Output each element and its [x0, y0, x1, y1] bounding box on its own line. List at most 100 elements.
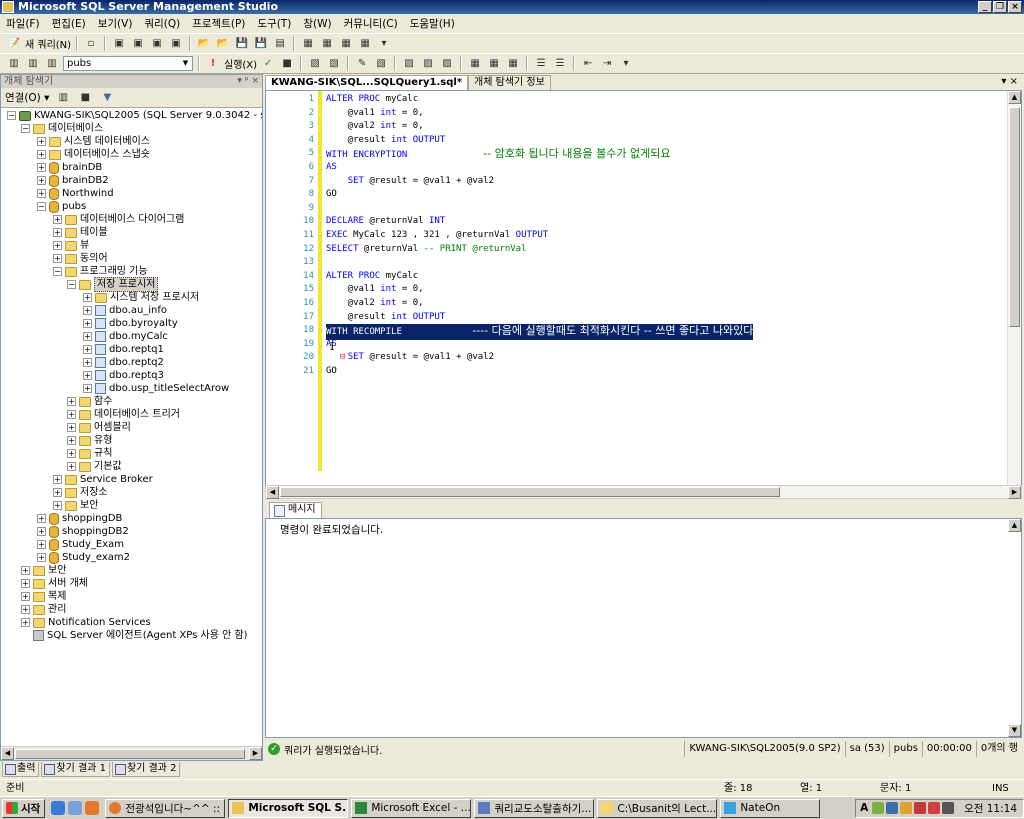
query-designer-icon[interactable]: ▧	[326, 56, 342, 71]
expand-icon[interactable]: +	[37, 540, 46, 549]
tree-node-sp[interactable]: + dbo.usp_titleSelectArow	[83, 382, 229, 395]
volume-icon[interactable]	[942, 802, 955, 814]
ime-icon[interactable]: A	[860, 802, 870, 814]
horizontal-scrollbar[interactable]: ◀ ▶	[1, 746, 262, 760]
expand-icon[interactable]: +	[37, 150, 46, 159]
tree-node-storage[interactable]: + 저장소	[53, 486, 108, 499]
tree-node-notification[interactable]: + Notification Services	[21, 616, 151, 629]
expand-icon[interactable]: +	[67, 397, 76, 406]
expand-icon[interactable]: +	[37, 553, 46, 562]
menu-query[interactable]: 쿼리(Q)	[144, 16, 180, 31]
properties-icon[interactable]: ▦	[357, 36, 373, 51]
cancel-query-icon[interactable]: ■	[279, 56, 295, 71]
expand-icon[interactable]: +	[53, 475, 62, 484]
task-browser[interactable]: 전광석입니다~^^ :: ...	[105, 798, 226, 818]
tab-object-explorer-details[interactable]: 개체 탐색기 정보	[468, 75, 551, 90]
tree-node-rules[interactable]: + 규칙	[67, 447, 112, 460]
expand-icon[interactable]: +	[21, 605, 30, 614]
tree-node-sp[interactable]: + dbo.myCalc	[83, 330, 168, 343]
parse-icon[interactable]: ✓	[260, 56, 276, 71]
tree-node-types[interactable]: + 유형	[67, 434, 112, 447]
expand-icon[interactable]: +	[53, 228, 62, 237]
expand-icon[interactable]: +	[37, 176, 46, 185]
tree-node-security[interactable]: + 보안	[21, 564, 66, 577]
results-pane-icon[interactable]: ▦	[505, 56, 521, 71]
editor-horizontal-scrollbar[interactable]: ◀ ▶	[265, 485, 1022, 499]
save-icon[interactable]: 💾	[234, 36, 250, 51]
expand-icon[interactable]: +	[83, 293, 92, 302]
tray-app-icon[interactable]	[872, 802, 885, 814]
tree-node-stored-procedures[interactable]: − 저장 프로시저	[67, 277, 159, 292]
specify-values-icon[interactable]: ✎	[354, 56, 370, 71]
comment-icon[interactable]: ☰	[533, 56, 549, 71]
disconnect-icon[interactable]: ▥	[25, 56, 41, 71]
menu-community[interactable]: 커뮤니티(C)	[344, 16, 398, 31]
menu-file[interactable]: 파일(F)	[6, 16, 40, 31]
ie-icon[interactable]	[51, 801, 66, 815]
database-select[interactable]: pubs ▼	[63, 56, 193, 71]
tree-node-diagrams[interactable]: + 데이터베이스 다이어그램	[53, 213, 184, 226]
print-icon[interactable]: ▤	[272, 36, 288, 51]
new-query-button[interactable]: 새 쿼리(N)	[25, 36, 71, 51]
expand-icon[interactable]: +	[37, 163, 46, 172]
tab-find-results-2[interactable]: 찾기 결과 2	[111, 762, 181, 777]
tree-node-sp[interactable]: + dbo.reptq3	[83, 369, 164, 382]
tree-node-pubs[interactable]: − pubs	[37, 200, 86, 213]
expand-icon[interactable]: +	[37, 527, 46, 536]
tree-node-shoppingdb2[interactable]: + shoppingDB2	[37, 525, 129, 538]
tree-node-sp[interactable]: + dbo.reptq1	[83, 343, 164, 356]
xmla-query-icon[interactable]: ▣	[168, 36, 184, 51]
expand-icon[interactable]: +	[83, 306, 92, 315]
network-icon[interactable]	[886, 802, 899, 814]
tab-sqlquery1[interactable]: KWANG-SIK\SQL...SQLQuery1.sql*	[265, 75, 469, 90]
expand-icon[interactable]: +	[83, 319, 92, 328]
toolbar-options-icon[interactable]: ▾	[618, 56, 634, 71]
menu-project[interactable]: 프로젝트(P)	[192, 16, 245, 31]
expand-icon[interactable]: +	[37, 189, 46, 198]
tray-app-icon[interactable]	[928, 802, 941, 814]
scroll-left-icon[interactable]: ◀	[1, 747, 14, 760]
scrollbar-thumb[interactable]	[1009, 107, 1020, 327]
panel-controls[interactable]: ▾ ᵖ ×	[237, 75, 259, 88]
tree-node-study-exam2[interactable]: + Study_exam2	[37, 551, 130, 564]
close-icon[interactable]: ▾ ×	[1001, 76, 1018, 87]
expand-icon[interactable]: +	[67, 449, 76, 458]
registered-servers-icon[interactable]: ▦	[300, 36, 316, 51]
collapse-icon[interactable]: −	[37, 202, 46, 211]
restore-button[interactable]: ❐	[993, 1, 1007, 13]
expand-icon[interactable]: +	[53, 501, 62, 510]
tree-node-db-triggers[interactable]: + 데이터베이스 트리거	[67, 408, 180, 421]
tree-node-snapshots[interactable]: + 데이터베이스 스냅숏	[37, 148, 150, 161]
analysis-query-icon[interactable]: ▣	[130, 36, 146, 51]
increase-indent-icon[interactable]: ⇥	[599, 56, 615, 71]
scroll-up-icon[interactable]: ▲	[1008, 91, 1021, 104]
close-button[interactable]: ×	[1008, 1, 1022, 13]
expand-icon[interactable]: +	[53, 241, 62, 250]
tree-node-braindb2[interactable]: + brainDB2	[37, 174, 109, 187]
results-text-icon[interactable]: ▨	[439, 56, 455, 71]
task-excel[interactable]: Microsoft Excel - ...	[351, 798, 472, 818]
mdx-query-icon[interactable]: ▣	[149, 36, 165, 51]
tree-node-synonyms[interactable]: + 동의어	[53, 252, 108, 265]
sql-editor[interactable]: 1 2 3 4 5 6 7 8 9 10 11 12 13 14 15 16 17 18 19 20 21 ALTER …	[265, 90, 1022, 490]
tree-node-service-broker[interactable]: + Service Broker	[53, 473, 153, 486]
expand-icon[interactable]: +	[83, 384, 92, 393]
expand-icon[interactable]: +	[83, 358, 92, 367]
tree-node-functions[interactable]: + 함수	[67, 395, 112, 408]
expand-icon[interactable]: +	[83, 345, 92, 354]
tree-node-tables[interactable]: + 테이블	[53, 226, 108, 239]
tree-node-sp[interactable]: + dbo.byroyalty	[83, 317, 178, 330]
fold-icon[interactable]: ⊟	[340, 351, 345, 365]
tree-node-defaults[interactable]: + 기본값	[67, 460, 122, 473]
tree-node-databases[interactable]: − 데이터베이스	[21, 122, 103, 135]
expand-icon[interactable]: +	[67, 462, 76, 471]
connect-icon[interactable]: ▥	[6, 56, 22, 71]
collapse-icon[interactable]: −	[21, 124, 30, 133]
expand-icon[interactable]: +	[37, 514, 46, 523]
intellisense-icon[interactable]: ▧	[373, 56, 389, 71]
tree-node-sp[interactable]: + dbo.au_info	[83, 304, 167, 317]
expand-icon[interactable]: +	[21, 618, 30, 627]
tree-node-sp[interactable]: + dbo.reptq2	[83, 356, 164, 369]
save-all-icon[interactable]: 💾	[253, 36, 269, 51]
open-file-icon[interactable]: 📂	[196, 36, 212, 51]
